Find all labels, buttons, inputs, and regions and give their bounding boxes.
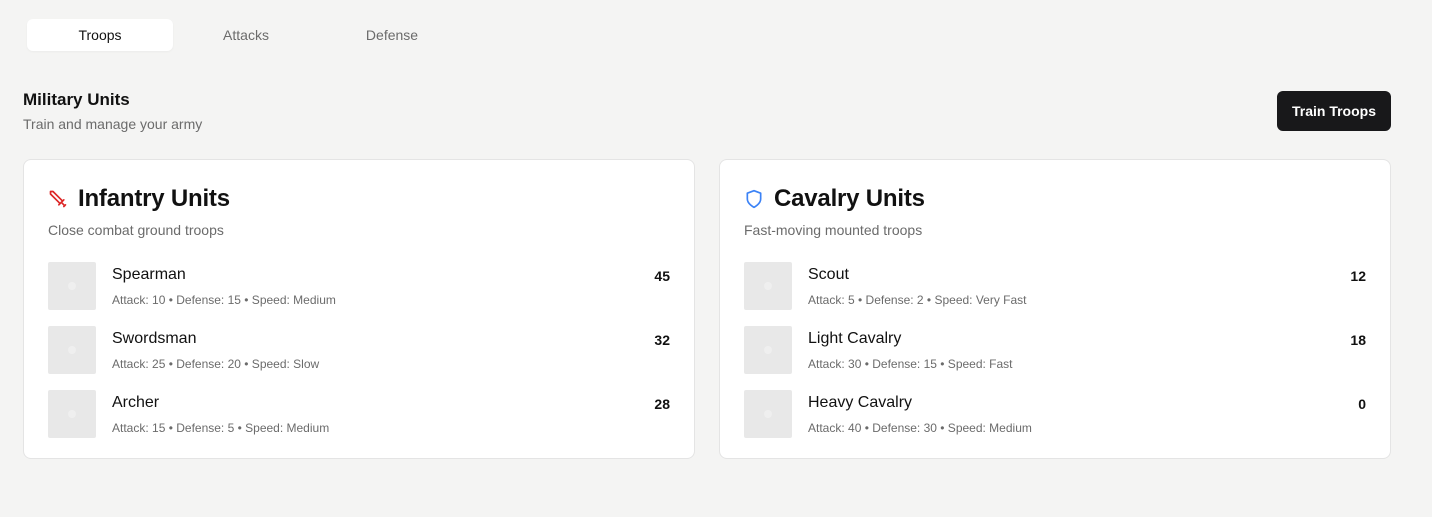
unit-list: Spearman Attack: 10 • Defense: 15 • Spee… <box>48 262 670 438</box>
unit-name: Heavy Cavalry <box>808 394 913 411</box>
shield-icon <box>744 189 764 209</box>
unit-count: 32 <box>654 332 670 348</box>
tab-attacks[interactable]: Attacks <box>173 19 319 51</box>
unit-stats: Attack: 25 • Defense: 20 • Speed: Slow <box>112 357 320 371</box>
unit-image <box>744 390 792 438</box>
cavalry-card: Cavalry Units Fast-moving mounted troops… <box>719 159 1391 459</box>
unit-image <box>48 262 96 310</box>
tab-list: Troops Attacks Defense <box>23 15 469 55</box>
unit-cards: Infantry Units Close combat ground troop… <box>23 159 1391 459</box>
unit-stats: Attack: 5 • Defense: 2 • Speed: Very Fas… <box>808 293 1027 307</box>
unit-image <box>744 262 792 310</box>
unit-count: 28 <box>654 396 670 412</box>
unit-name: Spearman <box>112 266 186 283</box>
unit-name: Scout <box>808 266 849 283</box>
unit-count: 12 <box>1350 268 1366 284</box>
unit-stats: Attack: 10 • Defense: 15 • Speed: Medium <box>112 293 336 307</box>
unit-count: 18 <box>1350 332 1366 348</box>
unit-row[interactable]: Light Cavalry Attack: 30 • Defense: 15 •… <box>744 326 1366 374</box>
page-subtitle: Train and manage your army <box>23 116 203 132</box>
unit-image <box>48 390 96 438</box>
unit-stats: Attack: 40 • Defense: 30 • Speed: Medium <box>808 421 1032 435</box>
section-header: Military Units Train and manage your arm… <box>23 90 1391 136</box>
card-title: Infantry Units <box>78 185 230 212</box>
unit-list: Scout Attack: 5 • Defense: 2 • Speed: Ve… <box>744 262 1366 438</box>
card-description: Fast-moving mounted troops <box>744 222 923 238</box>
tab-defense[interactable]: Defense <box>319 19 465 51</box>
unit-count: 0 <box>1358 396 1366 412</box>
unit-name: Swordsman <box>112 330 197 347</box>
unit-image <box>48 326 96 374</box>
unit-stats: Attack: 15 • Defense: 5 • Speed: Medium <box>112 421 330 435</box>
unit-row[interactable]: Heavy Cavalry Attack: 40 • Defense: 30 •… <box>744 390 1366 438</box>
card-description: Close combat ground troops <box>48 222 224 238</box>
tab-troops[interactable]: Troops <box>27 19 173 51</box>
unit-row[interactable]: Spearman Attack: 10 • Defense: 15 • Spee… <box>48 262 670 310</box>
train-troops-button[interactable]: Train Troops <box>1277 91 1391 131</box>
unit-row[interactable]: Swordsman Attack: 25 • Defense: 20 • Spe… <box>48 326 670 374</box>
page-title: Military Units <box>23 90 130 109</box>
sword-icon <box>48 189 68 209</box>
unit-count: 45 <box>654 268 670 284</box>
unit-row[interactable]: Archer Attack: 15 • Defense: 5 • Speed: … <box>48 390 670 438</box>
card-title: Cavalry Units <box>774 185 925 212</box>
unit-stats: Attack: 30 • Defense: 15 • Speed: Fast <box>808 357 1013 371</box>
infantry-card: Infantry Units Close combat ground troop… <box>23 159 695 459</box>
unit-image <box>744 326 792 374</box>
unit-name: Light Cavalry <box>808 330 902 347</box>
unit-name: Archer <box>112 394 160 411</box>
unit-row[interactable]: Scout Attack: 5 • Defense: 2 • Speed: Ve… <box>744 262 1366 310</box>
